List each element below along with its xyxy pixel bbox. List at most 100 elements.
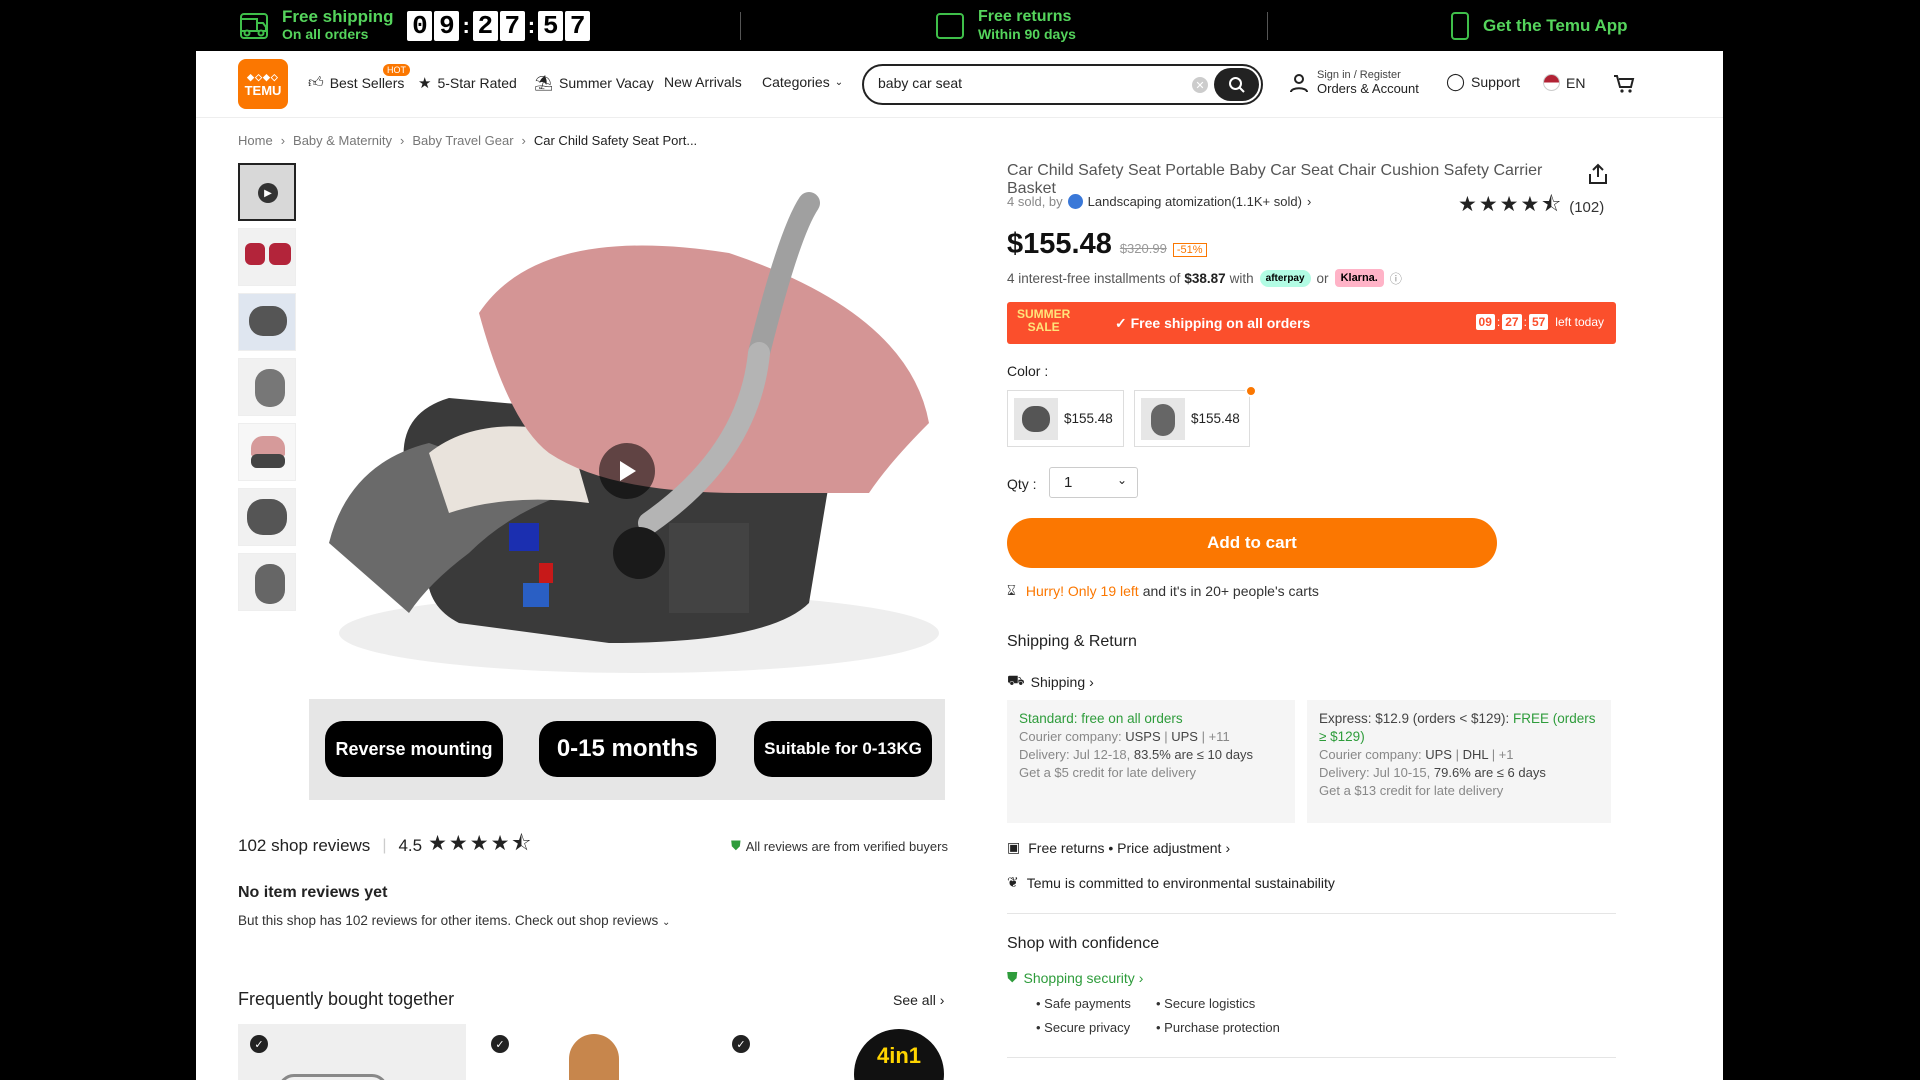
free-returns-promo[interactable]: Free returns Within 90 days [936,0,1076,51]
standard-credit: Get a $5 credit for late delivery [1019,765,1197,780]
divider [740,12,741,40]
rating-count: (102) [1569,199,1605,216]
shield-check-icon: ⛊ [730,838,741,853]
account-menu[interactable]: Sign in / Register Orders & Account [1288,69,1419,96]
cart-icon[interactable] [1613,73,1635,95]
nav-categories[interactable]: Categories ⌄ [762,74,843,90]
verified-note: ⛊ All reviews are from verified buyers [731,838,948,854]
divider [1267,12,1268,40]
search-icon [1228,76,1245,93]
discount-badge: -51% [1172,243,1207,257]
qty-select[interactable]: 1 ⌄ [1049,467,1138,498]
color-option-2[interactable]: $155.48 [1134,390,1250,447]
install-text: 4 interest-free installments of [1007,270,1181,286]
no-item-reviews-text: But this shop has 102 reviews for other … [238,913,659,928]
qty-value: 1 [1064,474,1073,491]
thumbnail-image[interactable] [238,358,296,416]
sign-in-label: Sign in / Register [1317,69,1401,81]
thumbnail-video[interactable]: ▶ [238,163,296,221]
breadcrumb-travel-gear[interactable]: Baby Travel Gear [412,133,513,148]
shop-reviews-count[interactable]: 102 shop reviews [238,836,370,856]
breadcrumb-baby-maternity[interactable]: Baby & Maternity [293,133,392,148]
courier-more: +1 [1498,747,1514,762]
return-box-icon [936,12,964,39]
shop-link[interactable]: Landscaping atomization(1.1K+ sold) [1088,194,1302,209]
fbt-card-badge: 4in1 [854,1029,944,1080]
clear-search-icon[interactable]: ✕ [1192,77,1208,93]
sold-by: 4 sold, by Landscaping atomization(1.1K+… [1007,194,1311,209]
see-all-label: See all [893,992,936,1008]
share-icon[interactable] [1587,163,1609,185]
site-header: ◆◇◆◇ TEMU 👍︎ Best Sellers HOT ★ 5-Star R… [196,51,1723,118]
main-product-image[interactable]: Reverse mounting 0-15 months Suitable fo… [309,163,945,800]
free-returns-link[interactable]: ▣ Free returns • Price adjustment › [1007,839,1230,856]
divider [1007,913,1616,914]
thumbs-up-icon: 👍︎ [308,74,324,91]
fbt-product-card[interactable]: ✓ 4in1 [720,1024,948,1080]
fbt-title: Frequently bought together [238,989,455,1009]
chevron-down-icon: ⌄ [834,76,844,88]
verified-text: All reviews are from verified buyers [745,838,948,854]
shopping-security-link[interactable]: ⛊ Shopping security › [1007,969,1143,986]
search-button[interactable] [1214,68,1259,101]
express-title: Express: $12.9 (orders < $129): FREE (or… [1319,710,1599,746]
nav-summer-vacay[interactable]: ⛱ Summer Vacay [534,74,654,92]
reviews-summary: 102 shop reviews | 4.5 ★★★★⯪ ⛊ All revie… [238,831,948,861]
standard-couriers: Courier company: USPS | UPS | +11 [1019,729,1230,744]
standard-delivery: Delivery: Jul 12-18, 83.5% are ≤ 10 days [1019,746,1283,764]
bullet-text: Secure privacy [1044,1020,1131,1035]
support-link[interactable]: ◯ Support [1446,72,1520,92]
express-couriers: Courier company: UPS | DHL | +1 [1319,747,1514,762]
checkbox-checked-icon[interactable]: ✓ [491,1035,509,1053]
banner-free-text: Free shipping on all orders [1130,315,1311,331]
thumbnail-image[interactable] [238,423,296,481]
check-icon: ✓ [1115,315,1127,331]
bullet-text: Safe payments [1044,996,1131,1011]
standard-shipping-box: Standard: free on all orders Courier com… [1007,700,1295,823]
thumbnail-image[interactable] [238,553,296,611]
temu-logo[interactable]: ◆◇◆◇ TEMU [238,59,288,109]
bullet-text: Purchase protection [1164,1020,1280,1035]
shopping-security-label: Shopping security [1023,969,1135,986]
language-selector[interactable]: EN [1543,74,1585,91]
color-option-price: $155.48 [1064,411,1113,426]
free-shipping-promo[interactable]: Free shipping On all orders 0 9 : 2 7 : … [240,0,592,51]
fbt-product-card[interactable]: ✓ [479,1024,707,1080]
banner-left-today: left today [1555,315,1604,329]
add-to-cart-button[interactable]: Add to cart [1007,518,1497,568]
nav-new-arrivals[interactable]: New Arrivals [664,74,742,90]
search-input[interactable] [878,75,1178,91]
thumbnail-image[interactable] [238,293,296,351]
checkbox-checked-icon[interactable]: ✓ [250,1035,268,1053]
banner-timer-seconds: 57 [1528,314,1549,330]
thumbnail-image[interactable] [238,228,296,286]
afterpay-logo[interactable]: afterpay [1259,269,1311,287]
see-all-link[interactable]: See all › [893,992,944,1008]
product-rating[interactable]: ★★★★⯪ (102) [1458,190,1604,225]
sustainability-label: Temu is committed to environmental susta… [1026,874,1335,891]
shipping-link[interactable]: ⛟ Shipping › [1007,672,1094,691]
fbt-product-card[interactable]: ✓ [238,1024,466,1080]
shop-avatar [1067,194,1083,209]
color-option-1[interactable]: $155.48 [1007,390,1124,447]
klarna-logo[interactable]: Klarna. [1334,269,1384,287]
get-app-link[interactable]: Get the Temu App [1451,0,1628,51]
install-or: or [1316,270,1329,286]
return-box-icon: ▣ [1007,839,1021,855]
play-video-button[interactable] [599,443,655,499]
breadcrumb-home[interactable]: Home [238,133,273,148]
info-icon[interactable]: ⓘ [1390,270,1402,287]
courier-ups: UPS [1171,729,1198,744]
no-item-reviews-sub[interactable]: But this shop has 102 reviews for other … [238,913,670,928]
thumbnail-image[interactable] [238,488,296,546]
checkbox-checked-icon[interactable]: ✓ [732,1035,750,1053]
feature-tag: Suitable for 0-13KG [754,721,932,777]
courier-label: Courier company: [1319,747,1422,762]
summer-sale-banner: SUMMER SALE ✓ Free shipping on all order… [1007,302,1616,344]
nav-best-sellers[interactable]: 👍︎ Best Sellers [308,74,404,92]
sold-count: 4 sold, by [1007,194,1063,209]
color-label: Color : [1007,363,1049,379]
play-icon: ▶ [258,183,278,203]
nav-five-star[interactable]: ★ 5-Star Rated [418,74,517,92]
stock-left: Hurry! Only 19 left [1025,582,1139,599]
